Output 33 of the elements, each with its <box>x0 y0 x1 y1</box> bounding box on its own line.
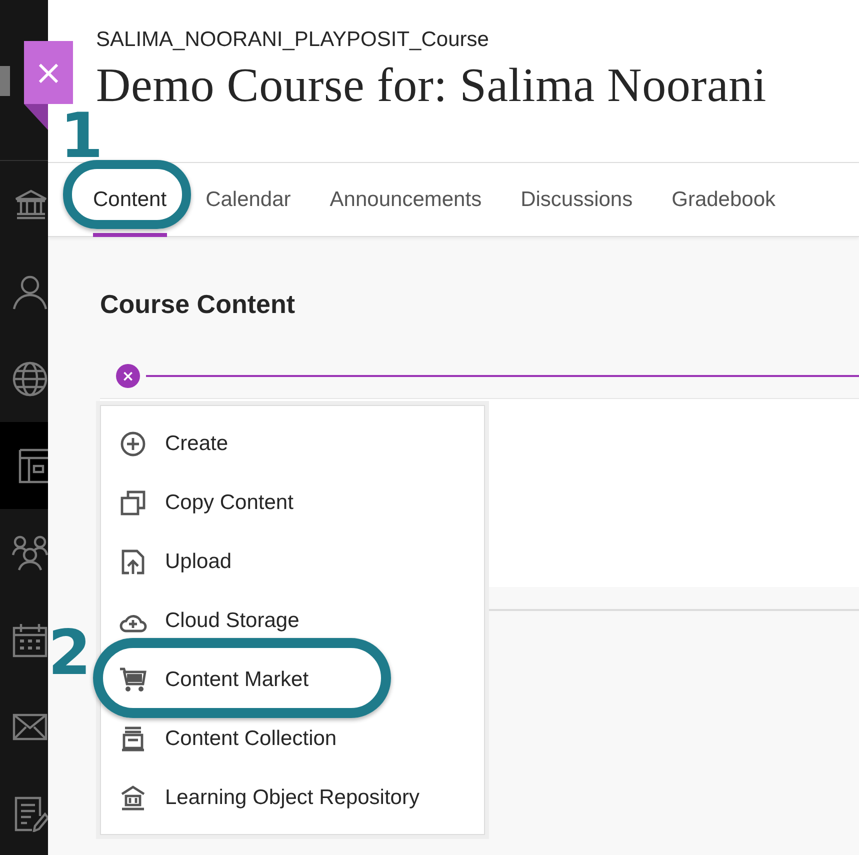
menu-item[interactable]: Content Collection <box>101 709 343 768</box>
menu-item[interactable]: Learning Object Repository <box>101 768 426 827</box>
people-icon <box>12 534 48 570</box>
profile-icon <box>12 274 48 310</box>
close-menu-button[interactable]: × <box>116 364 140 388</box>
fold-triangle <box>24 104 48 130</box>
section-title: Course Content <box>100 289 296 320</box>
tab[interactable]: Content <box>93 163 167 237</box>
sidebar-item[interactable] <box>0 422 48 509</box>
cart-icon <box>119 666 147 692</box>
course-icon <box>18 448 48 484</box>
tab[interactable]: Gradebook <box>672 163 776 237</box>
step-number: 2 <box>48 622 92 684</box>
menu-item[interactable]: Content Market <box>101 650 315 709</box>
copy-icon <box>120 490 146 516</box>
menu-item[interactable]: Copy Content <box>101 473 300 532</box>
tab[interactable]: Discussions <box>520 163 633 237</box>
mail-icon <box>12 712 48 740</box>
collection-icon <box>120 726 146 752</box>
upload-icon <box>121 548 145 574</box>
partial-icon <box>0 66 10 96</box>
plus-circle-icon <box>120 430 146 456</box>
tab[interactable]: Announcements <box>330 163 482 237</box>
repository-icon <box>120 784 146 810</box>
globe-icon <box>12 360 48 396</box>
tab[interactable]: Calendar <box>206 163 291 237</box>
institution-icon <box>14 188 48 220</box>
notes-icon <box>14 796 48 832</box>
menu-item[interactable]: Create <box>101 414 234 473</box>
calendar-icon <box>12 622 48 658</box>
menu-item[interactable]: Cloud Storage <box>101 591 306 650</box>
course-id: SALIMA_NOORANI_PLAYPOSIT_Course <box>96 28 490 52</box>
menu-item[interactable]: Upload <box>101 532 238 591</box>
